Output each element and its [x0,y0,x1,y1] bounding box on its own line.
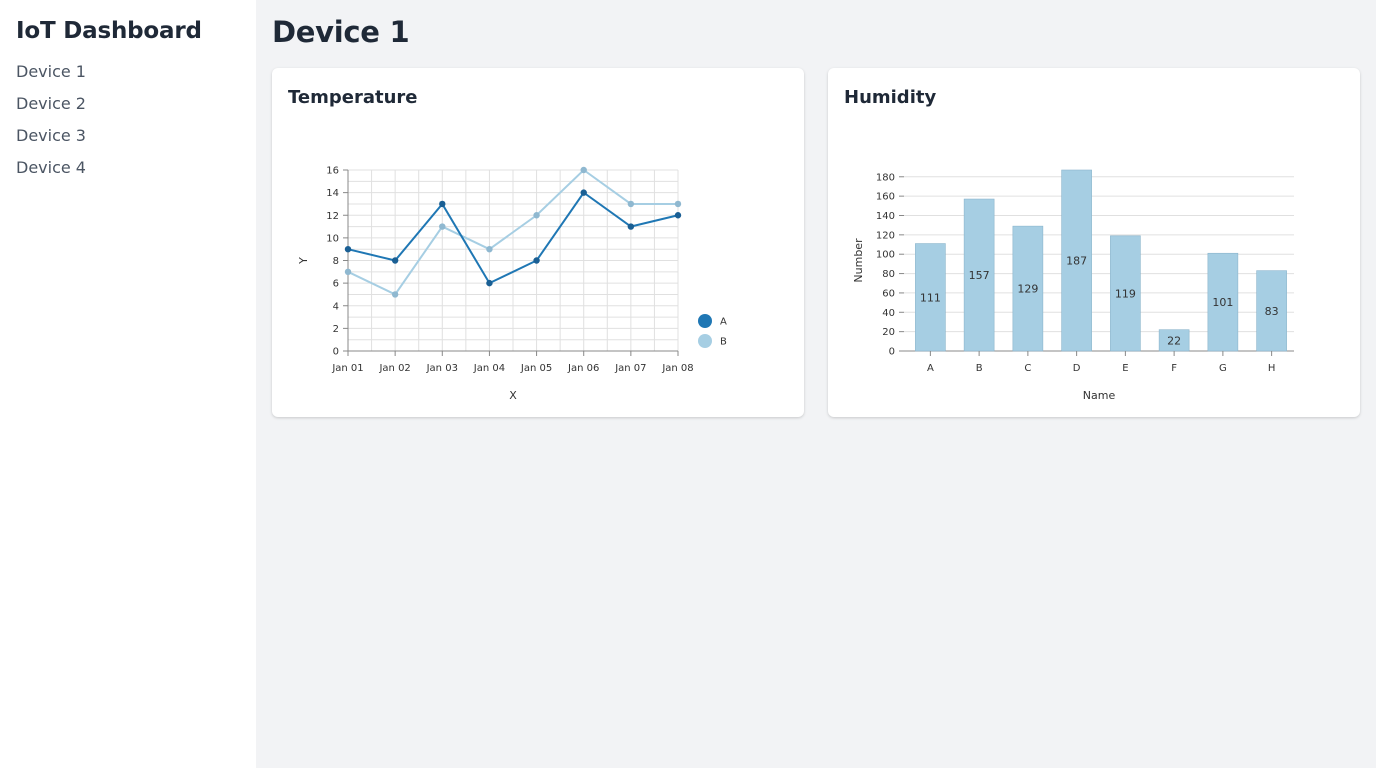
temperature-x-tick-label: Jan 01 [331,363,363,374]
temperature-data-point-b [391,291,399,298]
temperature-data-point-a [344,245,352,253]
temperature-y-axis-title: Y [297,257,310,265]
temperature-legend-label-b: B [720,337,727,348]
temperature-y-tick-label: 2 [333,324,339,335]
temperature-data-point-a [580,189,587,196]
sidebar-item-device-4[interactable]: Device 4 [16,152,240,184]
temperature-x-tick-label: Jan 04 [473,363,505,374]
temperature-data-point-a [674,212,682,219]
temperature-legend: AB [698,314,727,348]
temperature-y-tick-label: 0 [333,347,339,358]
temperature-x-tick-label: Jan 08 [661,363,693,374]
temperature-data-point-b [486,245,493,253]
temperature-legend-symbol-a [698,314,712,328]
temperature-data-point-b [439,223,446,230]
humidity-x-tick-label: E [1122,363,1128,374]
temperature-plot-area: 0 2 4 6 8 10 12 14 16 Jan 01 Jan 02 Jan 03 Jan 04 Jan… [297,166,694,403]
humidity-y-tick-label: 60 [882,288,895,299]
humidity-bar-value-label: 101 [1212,296,1233,309]
humidity-x-tick-label: C [1024,363,1031,374]
sidebar-item-device-2[interactable]: Device 2 [16,88,240,120]
temperature-legend-label-a: A [720,317,727,328]
humidity-bar-value-label: 111 [920,291,941,304]
temperature-x-tick-label: Jan 07 [614,363,646,374]
temperature-x-tick-label: Jan 02 [378,363,410,374]
temperature-data-point-b [344,268,352,276]
temperature-y-tick-label: 8 [333,256,339,267]
temperature-x-tick-label: Jan 05 [520,363,552,374]
humidity-bar-value-label: 83 [1265,305,1279,318]
temperature-data-point-a [486,279,493,287]
humidity-card: Humidity 0 20 40 60 80 100 120 140 160 180 111 A 157… [828,68,1360,417]
humidity-x-tick-label: F [1171,363,1177,374]
humidity-bar-value-label: 22 [1167,334,1181,347]
page-title: Device 1 [272,15,410,49]
temperature-y-tick-label: 6 [333,279,339,290]
humidity-x-tick-label: B [976,363,983,374]
humidity-y-tick-label: 100 [876,250,895,261]
temperature-y-tick-label: 10 [326,233,339,244]
temperature-x-tick-label: Jan 06 [567,363,599,374]
temperature-data-point-a [533,257,540,264]
temperature-y-tick-label: 16 [326,166,339,177]
temperature-line-chart: 0 2 4 6 8 10 12 14 16 Jan 01 Jan 02 Jan 03 Jan 04 Jan… [297,166,727,403]
humidity-bar-value-label: 187 [1066,255,1087,268]
temperature-legend-symbol-b [698,334,712,348]
temperature-data-point-a [627,223,635,230]
temperature-data-point-b [627,200,635,208]
humidity-bar-value-label: 157 [969,269,990,282]
humidity-bar-value-label: 119 [1115,287,1136,300]
temperature-data-point-b [674,200,682,208]
device-nav: Device 1 Device 2 Device 3 Device 4 [16,56,240,184]
app-title: IoT Dashboard [16,18,202,44]
temperature-y-tick-label: 4 [333,301,339,312]
temperature-data-point-b [580,166,587,174]
sidebar: IoT Dashboard Device 1 Device 2 Device 3… [0,0,256,768]
temperature-card: Temperature 0 2 4 6 8 10 12 14 16 Jan 01 Jan 02 Jan… [272,68,804,417]
humidity-bar-value-label: 129 [1017,283,1038,296]
humidity-y-tick-label: 140 [876,211,895,222]
humidity-x-tick-label: D [1073,363,1081,374]
sidebar-item-device-1[interactable]: Device 1 [16,56,240,88]
humidity-y-tick-label: 80 [882,269,895,280]
humidity-x-axis-title: Name [1083,389,1116,402]
temperature-data-point-a [439,200,446,208]
humidity-y-tick-label: 20 [882,327,895,338]
humidity-y-tick-label: 160 [876,192,895,203]
temperature-y-tick-label: 12 [326,211,339,222]
sidebar-item-device-3[interactable]: Device 3 [16,120,240,152]
humidity-y-tick-label: 0 [889,347,895,358]
temperature-x-axis-title: X [509,389,517,402]
humidity-plot-area: 0 20 40 60 80 100 120 140 160 180 111 A 157 B 129 C 187 D… [852,169,1294,402]
humidity-x-tick-label: G [1219,363,1227,374]
temperature-x-tick-label: Jan 03 [426,363,458,374]
humidity-bar-chart: 0 20 40 60 80 100 120 140 160 180 111 A 157 B 129 C 187 D… [852,169,1294,402]
humidity-y-axis-title: Number [852,238,865,283]
temperature-data-point-b [533,212,540,219]
humidity-y-tick-label: 40 [882,308,895,319]
main-content: Device 1 Temperature 0 2 4 6 8 10 12 14 16 Jan 01… [256,0,1376,768]
humidity-x-tick-label: A [927,363,934,374]
humidity-y-tick-label: 120 [876,230,895,241]
temperature-data-point-a [391,257,399,264]
humidity-x-tick-label: H [1268,363,1276,374]
humidity-y-tick-label: 180 [876,172,895,183]
temperature-y-tick-label: 14 [326,188,339,199]
